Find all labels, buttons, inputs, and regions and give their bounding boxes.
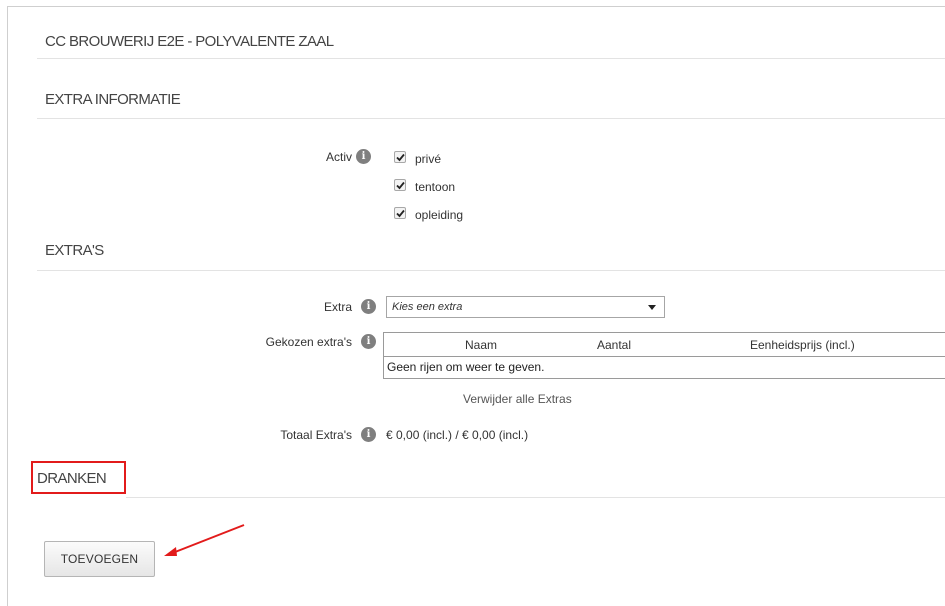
gekozen-extras-label: Gekozen extra's bbox=[265, 335, 352, 349]
extra-label: Extra bbox=[323, 300, 352, 314]
column-header-naam[interactable]: Naam bbox=[465, 338, 497, 352]
extras-table: Naam Aantal Eenheidsprijs (incl.) Geen r… bbox=[383, 332, 945, 379]
extra-select-value: Kies een extra bbox=[392, 301, 463, 313]
divider bbox=[37, 118, 945, 119]
column-header-eenheidsprijs[interactable]: Eenheidsprijs (incl.) bbox=[750, 338, 855, 352]
checkbox-opleiding-label[interactable]: opleiding bbox=[415, 208, 463, 222]
checkbox-tentoon-label[interactable]: tentoon bbox=[415, 180, 455, 194]
column-header-aantal[interactable]: Aantal bbox=[597, 338, 631, 352]
info-icon[interactable]: i bbox=[361, 299, 376, 314]
remove-all-extras-link[interactable]: Verwijder alle Extras bbox=[463, 392, 572, 406]
dropdown-arrow-icon bbox=[648, 305, 656, 310]
info-icon[interactable]: i bbox=[361, 334, 376, 349]
page-title: CC BROUWERIJ E2E - POLYVALENTE ZAAL bbox=[45, 33, 334, 50]
table-header: Naam Aantal Eenheidsprijs (incl.) bbox=[384, 333, 945, 357]
divider bbox=[37, 270, 945, 271]
checkbox-prive-label[interactable]: privé bbox=[415, 152, 441, 166]
section-title-dranken: DRANKEN bbox=[37, 470, 107, 487]
checkbox-tentoon[interactable] bbox=[394, 179, 406, 191]
table-empty-message: Geen rijen om weer te geven. bbox=[387, 360, 545, 374]
checkbox-prive[interactable] bbox=[394, 151, 406, 163]
extra-select[interactable]: Kies een extra bbox=[386, 296, 665, 318]
section-title-extras: EXTRA'S bbox=[45, 242, 104, 259]
activ-label: Activ bbox=[325, 150, 352, 164]
totaal-extras-value: € 0,00 (incl.) / € 0,00 (incl.) bbox=[386, 428, 529, 442]
info-icon[interactable]: i bbox=[361, 427, 376, 442]
divider bbox=[126, 497, 945, 498]
totaal-extras-label: Totaal Extra's bbox=[280, 428, 352, 442]
add-drank-button[interactable]: TOEVOEGEN bbox=[44, 541, 155, 577]
checkbox-opleiding[interactable] bbox=[394, 207, 406, 219]
divider bbox=[37, 58, 945, 59]
section-title-extra-informatie: EXTRA INFORMATIE bbox=[45, 91, 181, 108]
info-icon[interactable]: i bbox=[356, 149, 371, 164]
annotation-arrow-icon bbox=[164, 524, 245, 556]
